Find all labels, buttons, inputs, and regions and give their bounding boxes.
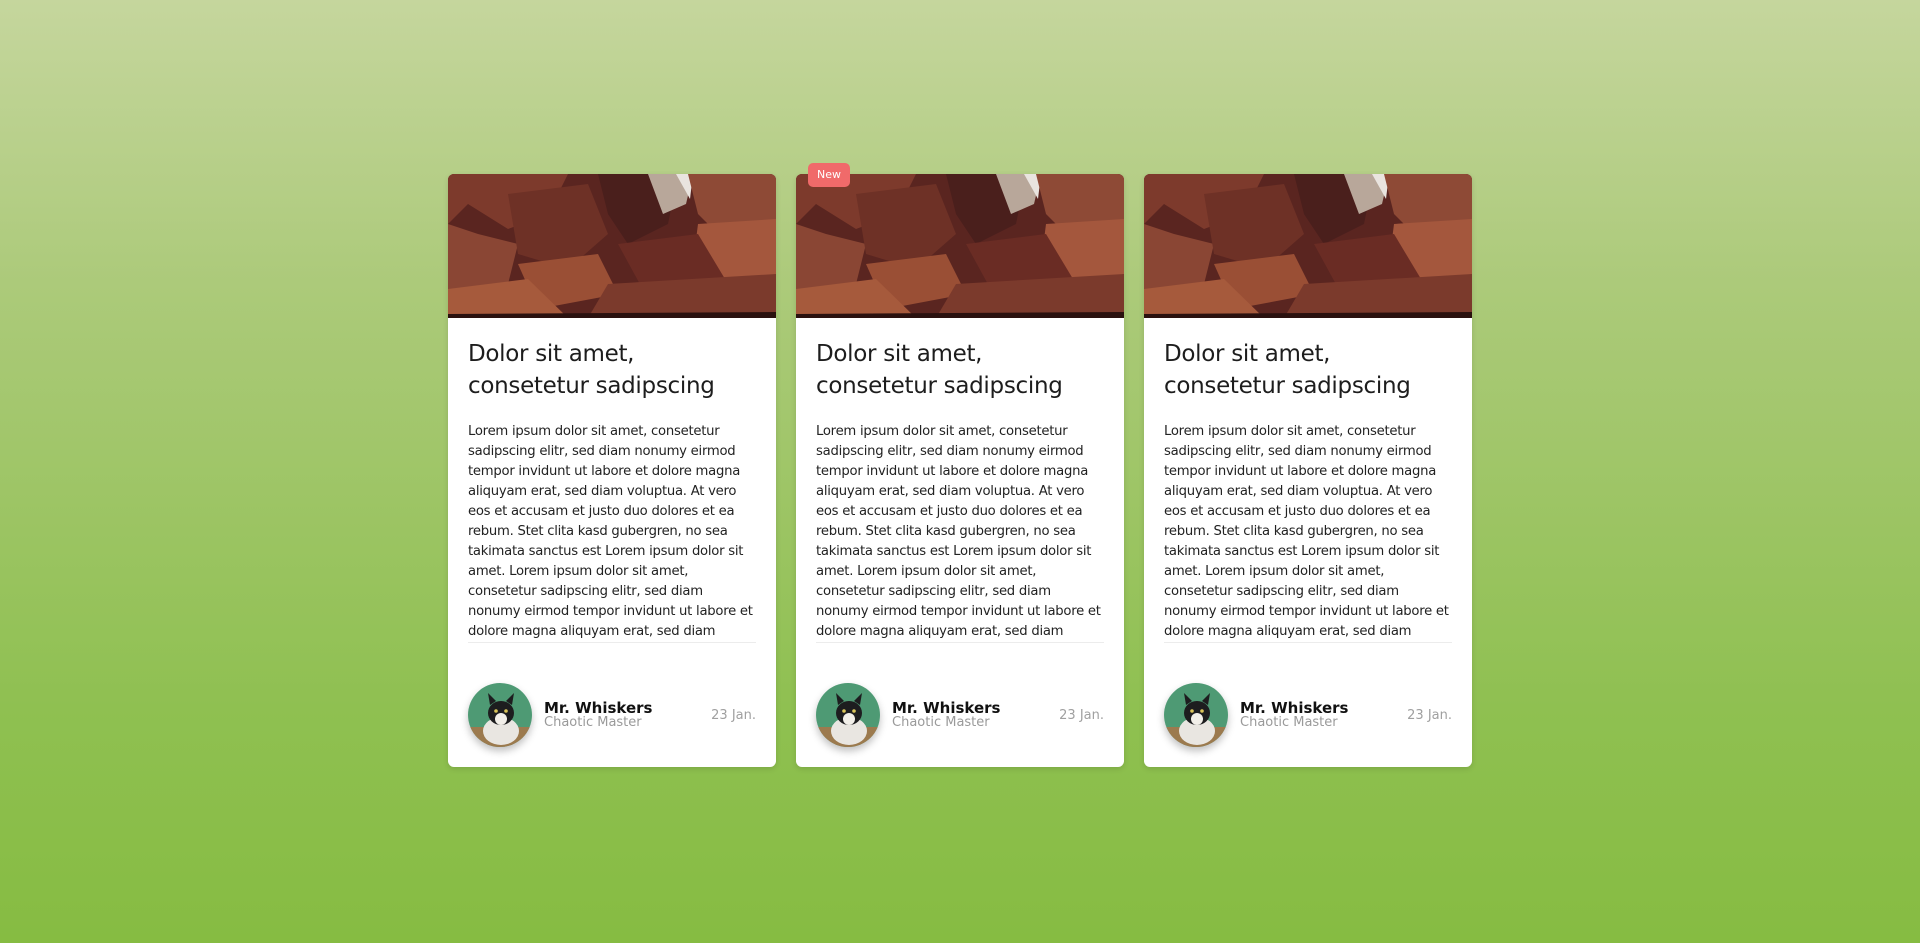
canyon-image — [796, 174, 1124, 318]
article-card[interactable]: Dolor sit amet, consetetur sadipscing Lo… — [1144, 174, 1472, 767]
card-title: Dolor sit amet, consetetur sadipscing — [1164, 341, 1411, 399]
divider — [1164, 642, 1452, 643]
article-card[interactable]: New Dolor sit amet, consetetur sadipscin… — [796, 163, 1124, 767]
author-name[interactable]: Mr. Whiskers — [544, 700, 652, 716]
post-date: 23 Jan. — [1407, 707, 1452, 723]
author-name[interactable]: Mr. Whiskers — [1240, 700, 1348, 716]
avatar[interactable] — [468, 683, 532, 747]
card-title: Dolor sit amet, consetetur sadipscing — [468, 341, 715, 399]
avatar[interactable] — [816, 683, 880, 747]
author-info: Mr. Whiskers Chaotic Master — [892, 700, 1000, 730]
card-text: Lorem ipsum dolor sit amet, consetetur s… — [816, 424, 1101, 639]
card-text: Lorem ipsum dolor sit amet, consetetur s… — [1164, 424, 1449, 639]
divider — [816, 642, 1104, 643]
card-text: Lorem ipsum dolor sit amet, consetetur s… — [468, 424, 753, 639]
post-date: 23 Jan. — [1059, 707, 1104, 723]
author-role: Chaotic Master — [892, 715, 990, 730]
author-role: Chaotic Master — [1240, 715, 1338, 730]
canyon-image — [1144, 174, 1472, 318]
card-footer: Mr. Whiskers Chaotic Master 23 Jan. — [1164, 682, 1452, 748]
author-role: Chaotic Master — [544, 715, 642, 730]
avatar[interactable] — [1164, 683, 1228, 747]
new-badge: New — [808, 163, 850, 187]
author-info: Mr. Whiskers Chaotic Master — [544, 700, 652, 730]
canyon-image — [448, 174, 776, 318]
card-list: Dolor sit amet, consetetur sadipscing Lo… — [448, 163, 1472, 767]
post-date: 23 Jan. — [711, 707, 756, 723]
card-footer: Mr. Whiskers Chaotic Master 23 Jan. — [468, 682, 756, 748]
card-footer: Mr. Whiskers Chaotic Master 23 Jan. — [816, 682, 1104, 748]
article-card[interactable]: Dolor sit amet, consetetur sadipscing Lo… — [448, 174, 776, 767]
divider — [468, 642, 756, 643]
author-info: Mr. Whiskers Chaotic Master — [1240, 700, 1348, 730]
author-name[interactable]: Mr. Whiskers — [892, 700, 1000, 716]
card-title: Dolor sit amet, consetetur sadipscing — [816, 341, 1063, 399]
